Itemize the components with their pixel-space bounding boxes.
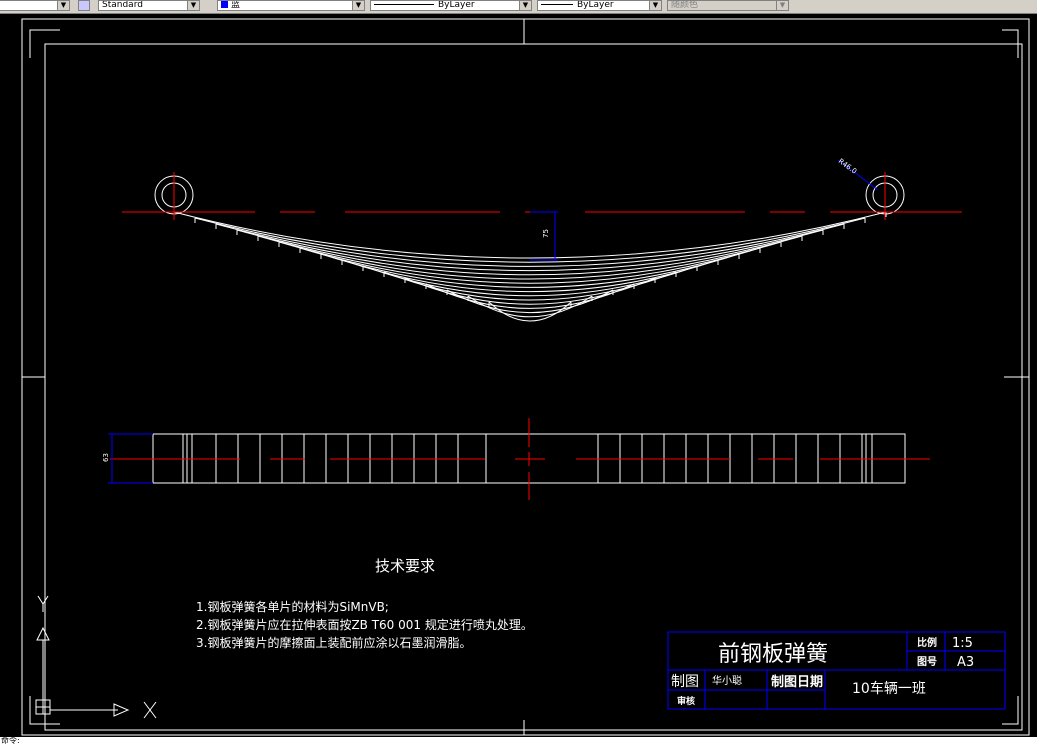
part-name: 前钢板弹簧 xyxy=(718,642,828,667)
note-3: 3.钢板弹簧片的摩擦面上装配前应涂以石墨润滑脂。 xyxy=(196,635,471,650)
review-label: 审核 xyxy=(677,695,695,707)
color-value: 蓝 xyxy=(231,0,241,10)
chevron-down-icon: ▼ xyxy=(187,1,199,10)
plotstyle-dropdown[interactable]: 随颜色 ▼ xyxy=(667,0,789,11)
dimension-height-text: 75 xyxy=(542,229,550,238)
dimension-radius-text: R46.0 xyxy=(837,157,858,175)
drawn-by: 华小聪 xyxy=(712,674,742,687)
centerlines xyxy=(122,172,962,220)
command-prompt: 命令: xyxy=(1,737,20,745)
chevron-down-icon: ▼ xyxy=(519,1,531,10)
scale-value: 1:5 xyxy=(952,636,973,651)
drawn-label: 制图 xyxy=(671,674,699,690)
dimension-width-text: 63 xyxy=(102,453,110,462)
dimstyle-dropdown[interactable]: ▼ xyxy=(0,0,70,11)
spring-leaf xyxy=(236,229,824,272)
spring-leaf xyxy=(173,211,887,259)
spring-side-view xyxy=(122,159,962,322)
properties-toolbar: ▼ Standard ▼ 蓝 ▼ ByLayer ▼ ByLayer ▼ 随颜色… xyxy=(0,0,1037,14)
chevron-down-icon: ▼ xyxy=(649,1,661,10)
class-name: 10车辆一班 xyxy=(852,680,926,697)
linetype-dropdown[interactable]: ByLayer ▼ xyxy=(370,0,532,11)
textstyle-dropdown[interactable]: Standard ▼ xyxy=(98,0,200,11)
spring-leaf xyxy=(341,259,719,293)
spring-top-view xyxy=(108,418,930,500)
lineweight-dropdown[interactable]: ByLayer ▼ xyxy=(537,0,662,11)
linetype-value: ByLayer xyxy=(438,0,475,10)
sheet-label: 图号 xyxy=(917,656,937,668)
lineweight-value: ByLayer xyxy=(577,0,614,10)
color-dropdown[interactable]: 蓝 ▼ xyxy=(217,0,365,11)
spring-leaf xyxy=(257,235,803,276)
command-line[interactable]: 命令: xyxy=(0,737,1037,745)
date-label: 制图日期 xyxy=(771,674,823,690)
note-1: 1.钢板弹簧各单片的材料为SiMnVB; xyxy=(196,599,389,614)
textstyle-value: Standard xyxy=(102,0,143,10)
linetype-sample xyxy=(374,4,434,5)
ucs-icon xyxy=(35,595,157,719)
spring-leaf xyxy=(299,247,761,284)
spring-leaf xyxy=(488,301,572,322)
note-2: 2.钢板弹簧片应在拉伸表面按ZB T60 001 规定进行喷丸处理。 xyxy=(196,617,533,632)
scale-label: 比例 xyxy=(917,636,937,649)
plotstyle-value: 随颜色 xyxy=(671,0,699,10)
lineweight-sample xyxy=(541,4,573,5)
chevron-down-icon: ▼ xyxy=(352,1,364,10)
spring-leaf xyxy=(446,289,614,314)
sheet-value: A3 xyxy=(957,655,974,670)
chevron-down-icon: ▼ xyxy=(57,1,69,10)
color-swatch-icon xyxy=(221,1,228,8)
plan-centerlines xyxy=(110,418,930,500)
spring-leaf xyxy=(467,295,593,318)
spring-leaf xyxy=(194,217,866,263)
chevron-down-icon: ▼ xyxy=(776,1,788,10)
notes-title: 技术要求 xyxy=(375,557,435,575)
drawing-canvas[interactable]: 75 R46.0 63 技术要求 1.钢板弹簧各单片的材料为SiMnVB; 2.… xyxy=(0,14,1037,737)
text-style-icon[interactable] xyxy=(78,0,90,11)
